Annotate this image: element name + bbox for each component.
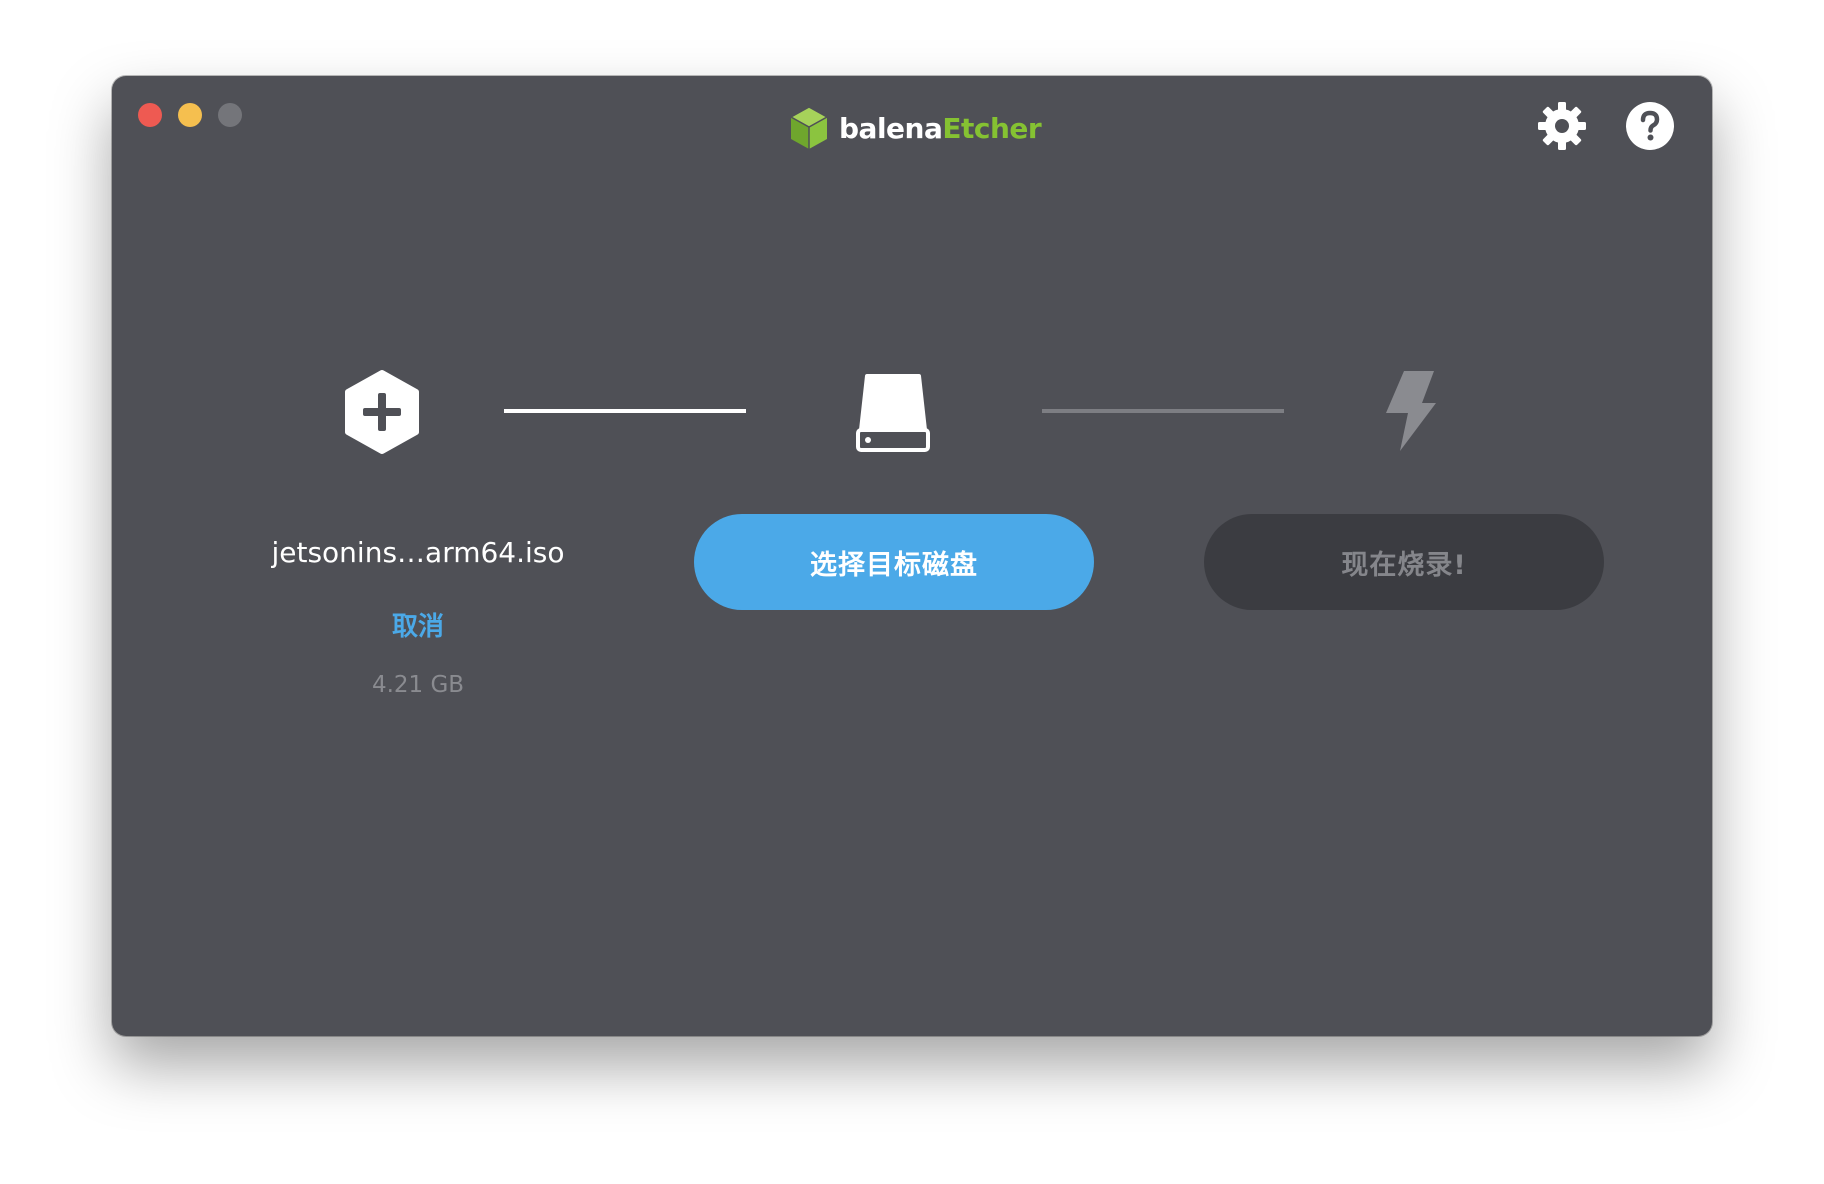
balena-cube-icon [789,106,829,149]
window-maximize-button[interactable] [218,103,242,127]
selected-image-name: jetsonins…arm64.iso [271,536,565,569]
etcher-window: balenaEtcher jetsonins…arm64.iso 取消 4.21… [112,76,1712,1036]
app-logo: balenaEtcher [788,106,1042,150]
window-minimize-button[interactable] [178,103,202,127]
brand-name-part1: balena [839,111,943,145]
flash-button[interactable]: 现在烧录! [1204,514,1604,610]
drive-icon[interactable] [854,372,932,454]
brand-name-part2: Etcher [942,111,1042,145]
lightning-bolt-icon [1386,371,1436,451]
image-size: 4.21 GB [371,672,465,698]
step-connector-1 [504,409,746,413]
gear-icon[interactable] [1536,100,1588,152]
window-close-button[interactable] [138,103,162,127]
step-connector-2 [1042,409,1284,413]
cancel-image-link[interactable]: 取消 [342,606,494,643]
app-title: balenaEtcher [839,111,1042,145]
select-target-button[interactable]: 选择目标磁盘 [694,514,1094,610]
help-icon[interactable] [1624,100,1676,152]
hexagon-plus-icon[interactable] [342,369,422,455]
